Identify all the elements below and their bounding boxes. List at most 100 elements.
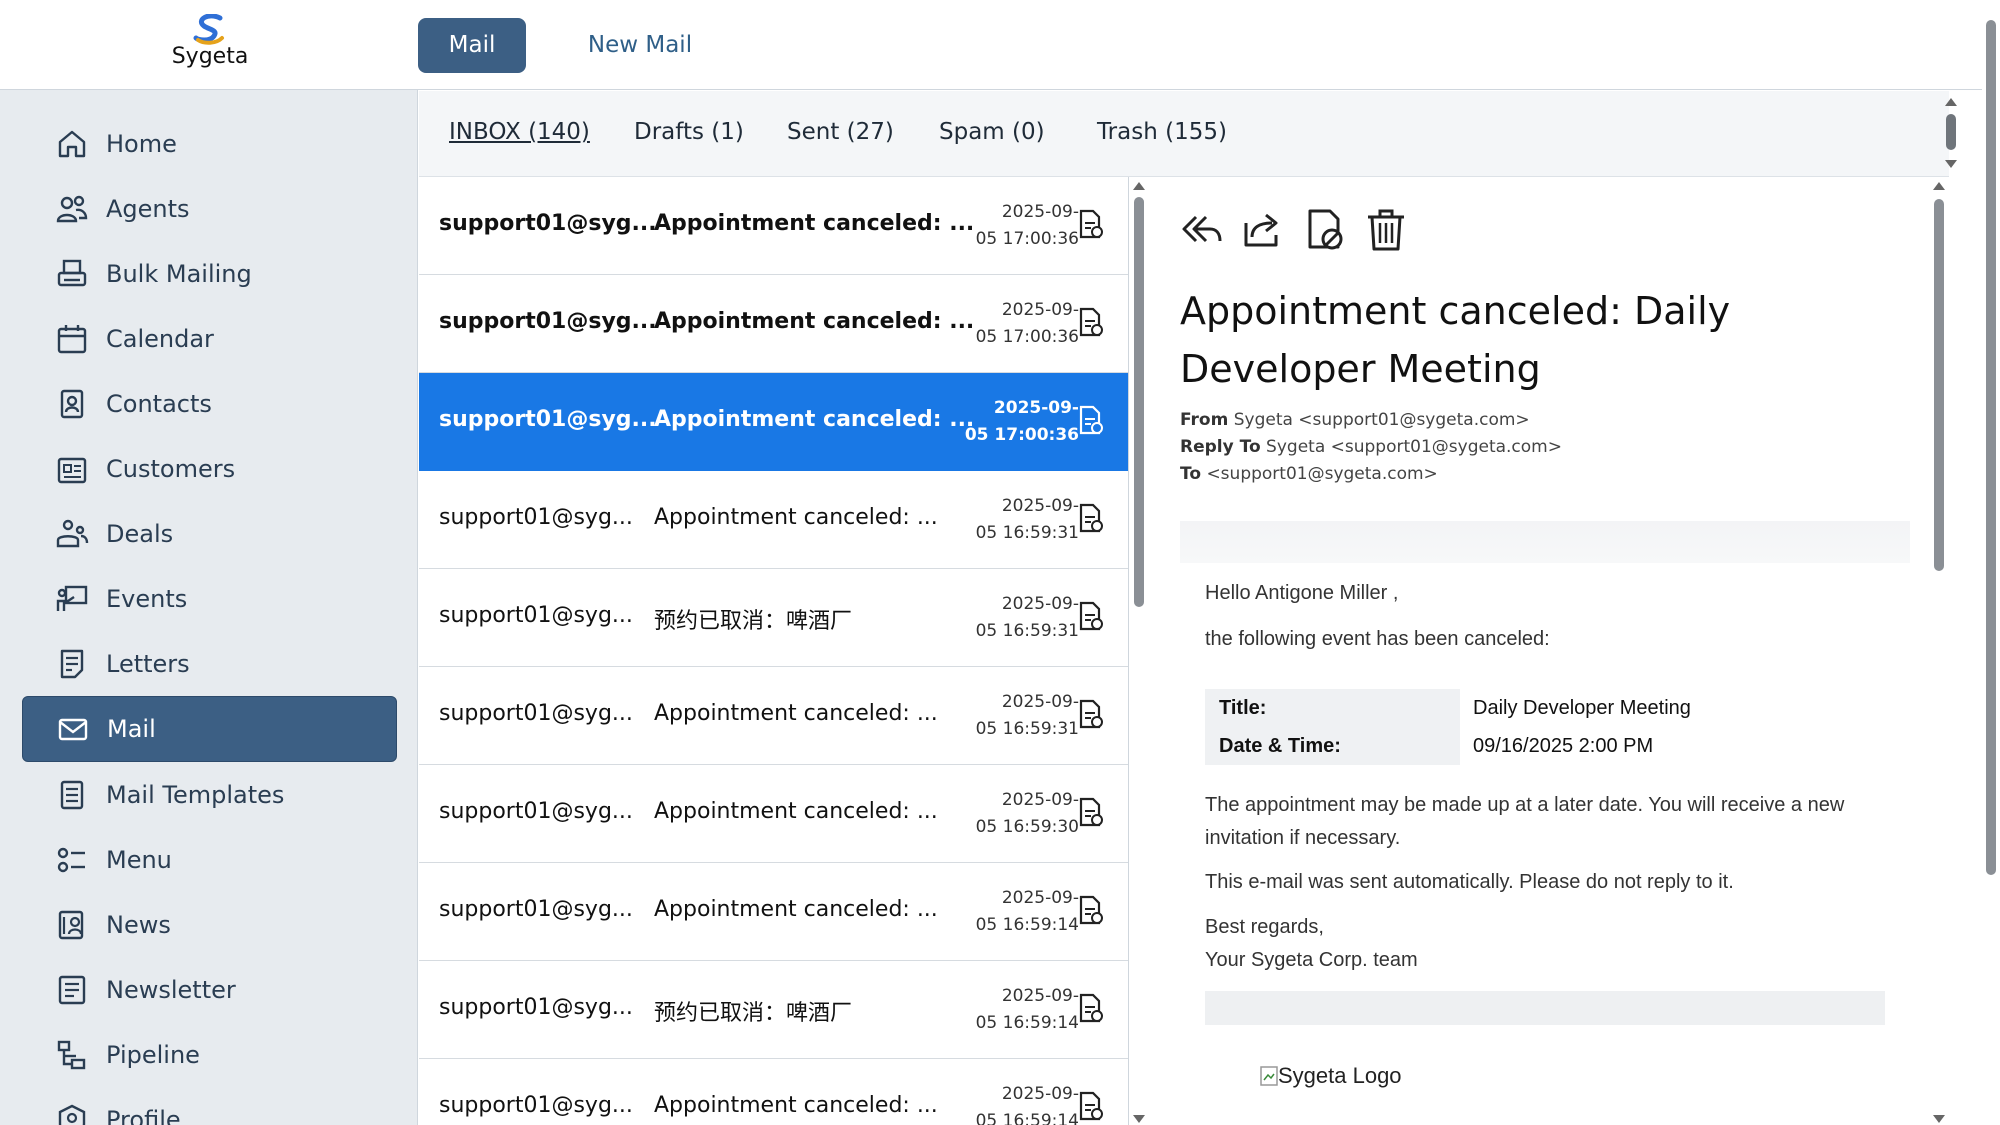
attachment-icon[interactable]: [1077, 209, 1105, 239]
deals-icon: [56, 519, 89, 548]
sidebar-item-label: Menu: [106, 846, 172, 874]
message-from: support01@syg...: [439, 309, 657, 334]
sidebar-item-letters[interactable]: Letters: [22, 631, 397, 697]
folder-tab-sent[interactable]: Sent (27): [787, 119, 894, 145]
message-date: 2025-09- 05 17:00:36: [975, 202, 1079, 249]
folder-tabs: INBOX (140) Drafts (1) Sent (27) Spam (0…: [419, 91, 1949, 177]
attachment-icon[interactable]: [1077, 797, 1105, 827]
trash-icon[interactable]: [1362, 205, 1410, 253]
message-subject: Appointment canceled: ...: [654, 211, 975, 236]
attachment-icon[interactable]: [1077, 895, 1105, 925]
message-row[interactable]: support01@syg... 预约已取消：啤酒厂 2025-09- 05 16…: [419, 569, 1128, 667]
page-scrollbar[interactable]: [1982, 0, 2000, 1125]
scroll-down-arrow[interactable]: [1133, 1115, 1145, 1123]
block-sender-icon[interactable]: [1300, 205, 1348, 253]
attachment-icon[interactable]: [1077, 1091, 1105, 1121]
scroll-thumb[interactable]: [1986, 20, 1996, 875]
folder-tab-spam[interactable]: Spam (0): [939, 119, 1045, 145]
scroll-thumb[interactable]: [1134, 197, 1144, 607]
attachment-icon[interactable]: [1077, 405, 1105, 435]
scroll-thumb[interactable]: [1934, 199, 1944, 571]
folder-tab-drafts[interactable]: Drafts (1): [634, 119, 744, 145]
message-from: support01@syg...: [439, 211, 657, 236]
email-from: From Sygeta <support01@sygeta.com>: [1180, 410, 1530, 430]
intro-text: the following event has been canceled:: [1205, 628, 1550, 650]
attachment-icon[interactable]: [1077, 503, 1105, 533]
mail-icon: [58, 718, 88, 741]
sidebar-item-agents[interactable]: Agents: [22, 176, 397, 242]
reply-all-icon[interactable]: [1176, 205, 1224, 253]
message-row[interactable]: support01@syg... Appointment canceled: .…: [419, 667, 1128, 765]
message-from: support01@syg...: [439, 1093, 633, 1118]
calendar-icon: [57, 325, 87, 354]
folder-scrollbar[interactable]: [1942, 92, 1960, 174]
attachment-icon[interactable]: [1077, 601, 1105, 631]
message-row[interactable]: support01@syg... Appointment canceled: .…: [419, 765, 1128, 863]
message-from: support01@syg...: [439, 407, 657, 432]
sidebar-item-home[interactable]: Home: [22, 111, 397, 177]
scroll-up-arrow[interactable]: [1933, 182, 1945, 190]
sidebar-item-contacts[interactable]: Contacts: [22, 371, 397, 437]
message-row-selected[interactable]: support01@syg... Appointment canceled: .…: [419, 373, 1128, 471]
sidebar-item-label: Home: [106, 130, 177, 158]
forward-icon[interactable]: [1238, 205, 1286, 253]
sidebar-item-label: Mail: [107, 715, 156, 743]
broken-image-icon: [1260, 1066, 1278, 1086]
message-row[interactable]: support01@syg... 预约已取消：啤酒厂 2025-09- 05 16…: [419, 961, 1128, 1059]
scroll-up-arrow[interactable]: [1945, 98, 1957, 106]
presentation-icon: [56, 585, 88, 611]
sidebar-item-pipeline[interactable]: Pipeline: [22, 1022, 397, 1088]
sidebar-item-menu[interactable]: Menu: [22, 827, 397, 893]
scroll-down-arrow[interactable]: [1933, 1115, 1945, 1123]
sidebar-item-customers[interactable]: Customers: [22, 436, 397, 502]
folder-tab-inbox[interactable]: INBOX (140): [449, 119, 590, 145]
sidebar-item-news[interactable]: News: [22, 892, 397, 958]
scroll-up-arrow[interactable]: [1133, 182, 1145, 190]
scroll-down-arrow[interactable]: [1945, 160, 1957, 168]
brand-logo[interactable]: Sygeta: [150, 14, 270, 76]
message-row[interactable]: support01@syg... Appointment canceled: .…: [419, 275, 1128, 373]
message-row[interactable]: support01@syg... Appointment canceled: .…: [419, 1059, 1128, 1125]
folder-tab-trash[interactable]: Trash (155): [1097, 119, 1227, 145]
sidebar-item-events[interactable]: Events: [22, 566, 397, 632]
sidebar-item-bulk-mailing[interactable]: Bulk Mailing: [22, 241, 397, 307]
sidebar-item-label: Events: [106, 585, 188, 613]
message-from: support01@syg...: [439, 799, 633, 824]
template-icon: [60, 780, 84, 810]
sidebar-item-profile[interactable]: Profile: [22, 1087, 397, 1125]
sidebar-item-label: Contacts: [106, 390, 212, 418]
signature-text: Best regards, Your Sygeta Corp. team: [1205, 916, 1418, 971]
message-date: 2025-09- 05 16:59:14: [975, 888, 1079, 935]
message-row[interactable]: support01@syg... Appointment canceled: .…: [419, 177, 1128, 275]
contact-card-icon: [60, 389, 84, 419]
sidebar-item-label: Profile: [106, 1106, 181, 1125]
message-row[interactable]: support01@syg... Appointment canceled: .…: [419, 471, 1128, 569]
message-row[interactable]: support01@syg... Appointment canceled: .…: [419, 863, 1128, 961]
message-list-scrollbar[interactable]: [1130, 177, 1148, 1125]
brand-name: Sygeta: [171, 44, 249, 69]
sidebar-item-mail-templates[interactable]: Mail Templates: [22, 762, 397, 828]
message-subject: Appointment canceled: ...: [654, 309, 975, 334]
scroll-thumb[interactable]: [1946, 114, 1956, 150]
users-icon: [56, 195, 88, 223]
message-date: 2025-09- 05 16:59:14: [975, 1084, 1079, 1125]
event-date-value: 09/16/2025 2:00 PM: [1473, 735, 1654, 757]
tab-mail[interactable]: Mail: [418, 18, 526, 73]
message-subject: 预约已取消：啤酒厂: [654, 609, 853, 634]
attachment-icon[interactable]: [1077, 699, 1105, 729]
sidebar-item-deals[interactable]: Deals: [22, 501, 397, 567]
sidebar-item-label: Mail Templates: [106, 781, 285, 809]
attachment-icon[interactable]: [1077, 307, 1105, 337]
event-title-value: Daily Developer Meeting: [1473, 697, 1691, 719]
sidebar-item-newsletter[interactable]: Newsletter: [22, 957, 397, 1023]
sidebar-item-calendar[interactable]: Calendar: [22, 306, 397, 372]
tab-new-mail[interactable]: New Mail: [570, 18, 710, 73]
home-icon: [58, 130, 86, 158]
attachment-icon[interactable]: [1077, 993, 1105, 1023]
message-date: 2025-09- 05 17:00:36: [964, 398, 1079, 445]
newsletter-icon: [58, 975, 86, 1005]
sidebar-item-label: Agents: [106, 195, 190, 223]
sidebar-item-mail[interactable]: Mail: [22, 696, 397, 762]
reading-pane-scrollbar[interactable]: [1930, 177, 1948, 1125]
message-from: support01@syg...: [439, 897, 633, 922]
